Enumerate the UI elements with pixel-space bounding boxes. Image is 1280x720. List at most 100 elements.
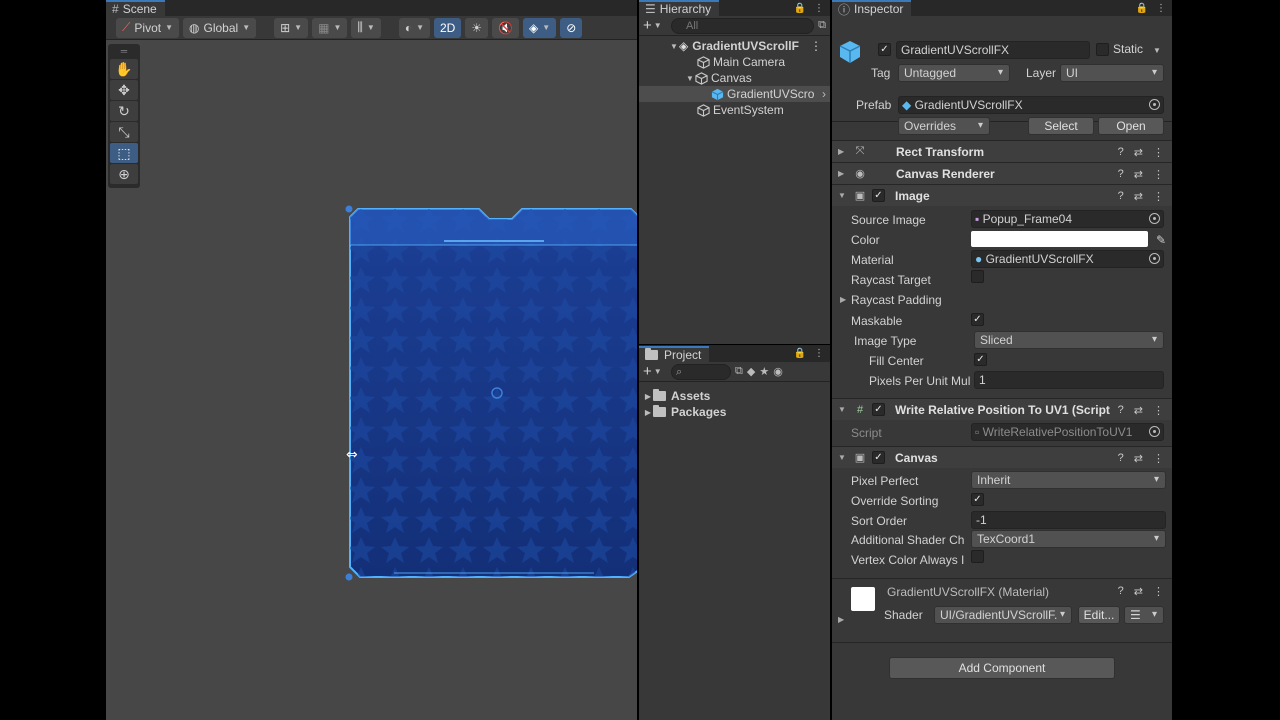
transform-tool[interactable]: ⊕: [110, 164, 138, 184]
source-image-field[interactable]: ▪ Popup_Frame04: [971, 210, 1164, 228]
fill-center-checkbox[interactable]: ✓: [974, 353, 987, 366]
tree-item-eventsystem[interactable]: EventSystem: [639, 102, 830, 118]
presets-icon[interactable]: ⇄: [1134, 585, 1143, 598]
help-icon[interactable]: ?: [1118, 168, 1124, 180]
kebab-menu-icon[interactable]: ⋮: [814, 348, 824, 359]
layer-dropdown[interactable]: UI: [1060, 64, 1164, 82]
project-search-input[interactable]: ⌕: [671, 363, 731, 380]
edit-shader-button[interactable]: Edit...: [1078, 606, 1120, 624]
help-icon[interactable]: ?: [1118, 585, 1124, 598]
image-header[interactable]: ▼ ▣ ✓ Image ? ⇄ ⋮: [832, 184, 1172, 206]
tree-item-canvas[interactable]: ▼ Canvas: [639, 70, 830, 86]
hidden-objects-toggle[interactable]: ⊘: [560, 17, 583, 38]
tree-item-root[interactable]: ▼ ◈ GradientUVScrollF ⋮: [639, 38, 830, 54]
kebab-menu-icon[interactable]: ⋮: [1153, 585, 1164, 598]
object-name-input[interactable]: GradientUVScrollFX: [896, 41, 1090, 59]
expand-arrow-icon[interactable]: ▶: [838, 615, 844, 624]
tree-item-gradientuvscroll[interactable]: GradientUVScro ›: [639, 86, 830, 102]
drag-handle-icon[interactable]: ═: [110, 46, 138, 58]
create-button[interactable]: + ▼: [643, 17, 667, 34]
overrides-dropdown[interactable]: Overrides: [898, 117, 990, 135]
additional-shader-dropdown[interactable]: TexCoord1: [971, 530, 1166, 548]
help-icon[interactable]: ?: [1118, 404, 1124, 416]
shading-mode-button[interactable]: ◐ ▼: [398, 17, 430, 38]
presets-icon[interactable]: ⇄: [1134, 190, 1143, 203]
effects-dropdown[interactable]: ◈ ▼: [523, 17, 557, 38]
help-icon[interactable]: ?: [1118, 190, 1124, 202]
scene-visibility-icon[interactable]: ⧉: [818, 19, 826, 32]
add-component-button[interactable]: Add Component: [889, 657, 1115, 679]
open-button[interactable]: Open: [1098, 117, 1164, 135]
audio-toggle[interactable]: 🔇: [492, 17, 520, 38]
canvas-enabled-checkbox[interactable]: ✓: [872, 451, 885, 464]
kebab-menu-icon[interactable]: ⋮: [1153, 452, 1164, 465]
mode-2d-toggle[interactable]: 2D: [433, 17, 462, 38]
popup-frame-preview[interactable]: ⇔: [344, 205, 637, 585]
expand-arrow-icon[interactable]: ▶: [643, 408, 653, 417]
visibility-icon[interactable]: ◉: [773, 365, 783, 378]
canvas-header[interactable]: ▼ ▣ ✓ Canvas ? ⇄ ⋮: [832, 446, 1172, 468]
expand-arrow-icon[interactable]: ▼: [685, 74, 695, 83]
chevron-right-icon[interactable]: ›: [822, 87, 830, 101]
prefab-field[interactable]: ◆ GradientUVScrollFX: [898, 96, 1164, 114]
override-sorting-checkbox[interactable]: ✓: [971, 493, 984, 506]
lighting-toggle[interactable]: ☀: [465, 17, 489, 38]
presets-icon[interactable]: ⇄: [1134, 452, 1143, 465]
expand-arrow-icon[interactable]: ▼: [832, 453, 846, 462]
canvas-renderer-header[interactable]: ▶ ◉ Canvas Renderer ? ⇄ ⋮: [832, 162, 1172, 184]
pixel-perfect-dropdown[interactable]: Inherit: [971, 471, 1166, 489]
expand-arrow-icon[interactable]: ▼: [832, 191, 846, 200]
sort-order-input[interactable]: -1: [971, 511, 1166, 529]
script-enabled-checkbox[interactable]: ✓: [872, 403, 885, 416]
color-swatch[interactable]: [971, 231, 1148, 247]
label-tag-icon[interactable]: ◆: [747, 365, 755, 378]
write-relative-header[interactable]: ▼ # ✓ Write Relative Position To UV1 (Sc…: [832, 398, 1172, 420]
vertex-color-checkbox[interactable]: [971, 550, 984, 563]
lock-icon[interactable]: 🔒: [794, 3, 806, 14]
folder-assets[interactable]: ▶ Assets: [639, 388, 830, 404]
search-filter-icon[interactable]: ⧉: [735, 365, 743, 378]
kebab-menu-icon[interactable]: ⋮: [814, 3, 824, 14]
tree-item-main-camera[interactable]: Main Camera: [639, 54, 830, 70]
kebab-menu-icon[interactable]: ⋮: [1153, 404, 1164, 417]
image-type-dropdown[interactable]: Sliced: [974, 331, 1164, 349]
material-preview-swatch[interactable]: [851, 587, 875, 611]
object-picker-icon[interactable]: [1149, 213, 1160, 224]
active-checkbox[interactable]: ✓: [878, 43, 891, 56]
object-picker-icon[interactable]: [1149, 253, 1160, 264]
tab-hierarchy[interactable]: ☰ Hierarchy: [639, 0, 720, 16]
expand-arrow-icon[interactable]: ▼: [832, 405, 846, 414]
lock-icon[interactable]: 🔒: [1136, 3, 1148, 14]
tag-dropdown[interactable]: Untagged: [898, 64, 1010, 82]
grid-visibility-button[interactable]: ▦ ▼: [312, 17, 348, 38]
hand-tool[interactable]: ✋: [110, 59, 138, 79]
expand-arrow-icon[interactable]: ▶: [832, 169, 846, 178]
select-button[interactable]: Select: [1028, 117, 1094, 135]
folder-packages[interactable]: ▶ Packages: [639, 404, 830, 420]
pivot-dropdown[interactable]: ⟋ Pivot ▼: [116, 17, 180, 38]
tab-project[interactable]: Project: [639, 345, 710, 362]
rotate-tool[interactable]: ↻: [110, 101, 138, 121]
presets-icon[interactable]: ⇄: [1134, 404, 1143, 417]
favorite-star-icon[interactable]: ★: [759, 365, 769, 378]
tab-inspector[interactable]: ⓘ Inspector: [832, 0, 912, 17]
hierarchy-search-input[interactable]: All: [671, 17, 815, 34]
image-enabled-checkbox[interactable]: ✓: [872, 189, 885, 202]
kebab-menu-icon[interactable]: ⋮: [810, 39, 830, 53]
kebab-menu-icon[interactable]: ⋮: [1153, 146, 1164, 159]
eyedropper-icon[interactable]: ✎: [1156, 233, 1166, 247]
rect-transform-header[interactable]: ▶ ⤧ Rect Transform ? ⇄ ⋮: [832, 140, 1172, 162]
ppu-input[interactable]: 1: [974, 371, 1164, 389]
material-field[interactable]: ● GradientUVScrollFX: [971, 250, 1164, 268]
chevron-down-icon[interactable]: ▼: [1153, 46, 1161, 55]
raycast-target-checkbox[interactable]: [971, 270, 984, 283]
global-dropdown[interactable]: ◍ Global ▼: [183, 17, 257, 38]
kebab-menu-icon[interactable]: ⋮: [1156, 3, 1166, 14]
help-icon[interactable]: ?: [1118, 452, 1124, 464]
grid-snap-button[interactable]: ⊞ ▼: [274, 17, 309, 38]
maskable-checkbox[interactable]: ✓: [971, 313, 984, 326]
help-icon[interactable]: ?: [1118, 146, 1124, 158]
presets-icon[interactable]: ⇄: [1134, 168, 1143, 181]
presets-icon[interactable]: ⇄: [1134, 146, 1143, 159]
raycast-padding-row[interactable]: ▶ Raycast Padding: [832, 290, 1172, 309]
